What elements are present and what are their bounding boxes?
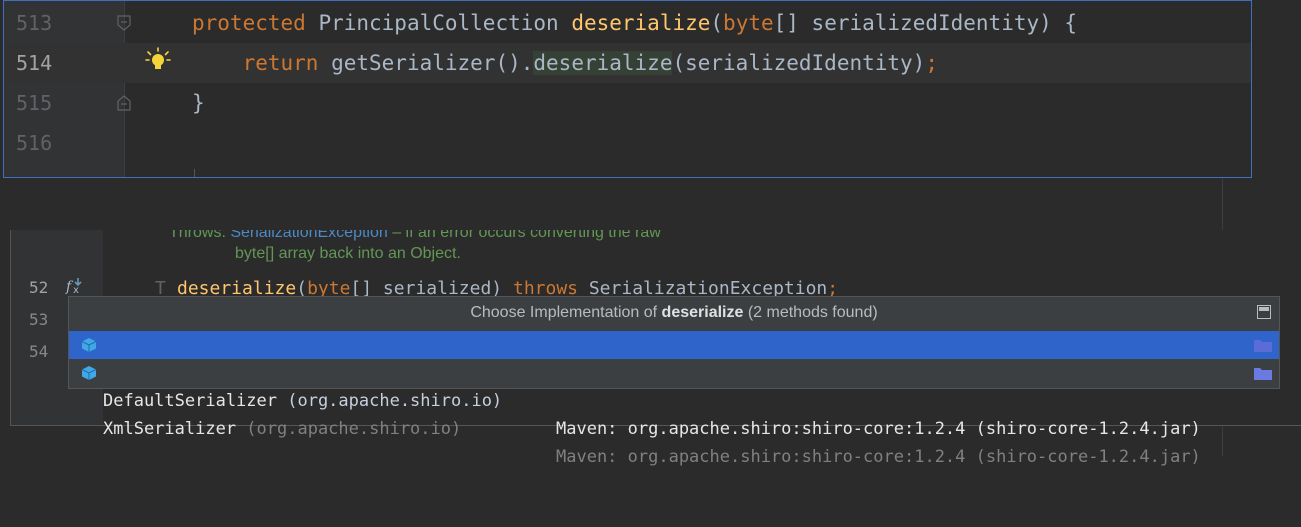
code-token: getSerializer(). bbox=[331, 51, 534, 75]
choose-implementation-popup[interactable]: Choose Implementation of deserialize (2 … bbox=[68, 296, 1280, 467]
doc-throws-prefix: Throws: bbox=[169, 230, 231, 241]
line-number: 513 bbox=[16, 11, 53, 35]
class-name: XmlSerializer bbox=[103, 419, 237, 439]
popup-title: Choose Implementation of deserialize (2 … bbox=[470, 304, 878, 321]
code-token: byte bbox=[723, 11, 774, 35]
line-number: 516 bbox=[16, 131, 53, 155]
code-token: PrincipalCollection bbox=[318, 11, 572, 35]
code-token: [] serializedIdentity) { bbox=[773, 11, 1078, 35]
line-number: 53 bbox=[29, 310, 49, 329]
library-folder-icon bbox=[1254, 340, 1272, 352]
line-number: 52 bbox=[29, 278, 49, 297]
library-location: Maven: org.apache.shiro:shiro-core:1.2.4… bbox=[556, 419, 1201, 439]
line-number: 514 bbox=[16, 51, 53, 75]
code-editor-top[interactable]: 513 protected PrincipalCollection deseri… bbox=[3, 0, 1252, 178]
code-line-514[interactable]: 514 return getSerializer().deserialize(s… bbox=[4, 43, 1251, 83]
class-icon bbox=[81, 366, 97, 380]
code-token: deserialize bbox=[533, 51, 673, 75]
class-name: DefaultSerializer bbox=[103, 391, 277, 411]
doc-exception-link[interactable]: SerializationException bbox=[230, 230, 387, 241]
library-location: Maven: org.apache.shiro:shiro-core:1.2.4… bbox=[556, 447, 1201, 467]
code-token: return bbox=[242, 51, 332, 75]
code-text: return getSerializer().deserialize(seria… bbox=[192, 43, 938, 83]
code-token: ; bbox=[925, 51, 938, 75]
code-line-515[interactable]: 515 } bbox=[4, 83, 1251, 123]
implementation-item-xmlserializer[interactable]: XmlSerializer (org.apache.shiro.io) Mave… bbox=[69, 359, 1279, 467]
doc-throws-text: – if an error occurs converting the raw bbox=[387, 230, 661, 241]
line-number: 54 bbox=[29, 342, 49, 361]
code-text: protected PrincipalCollection deserializ… bbox=[192, 3, 1077, 43]
fold-end-icon[interactable] bbox=[116, 95, 132, 111]
code-token: protected bbox=[192, 11, 319, 35]
javadoc-text: byte[] array back into an Object. bbox=[235, 245, 461, 262]
code-text: } bbox=[192, 83, 205, 123]
code-token: } bbox=[192, 91, 205, 115]
indent-guide bbox=[194, 169, 195, 177]
implementation-item-defaultserializer[interactable]: DefaultSerializer (org.apache.shiro.io) … bbox=[69, 331, 1279, 439]
code-line-513[interactable]: 513 protected PrincipalCollection deseri… bbox=[4, 3, 1251, 43]
pin-window-icon[interactable] bbox=[1257, 305, 1271, 319]
class-icon bbox=[81, 338, 97, 352]
code-token: ( bbox=[710, 11, 724, 35]
line-number: 515 bbox=[16, 91, 53, 115]
fold-start-icon[interactable] bbox=[116, 15, 132, 31]
svg-text:x: x bbox=[73, 285, 79, 296]
code-line-516[interactable]: 516 bbox=[4, 123, 1251, 163]
package-name: (org.apache.shiro.io) bbox=[236, 419, 462, 439]
package-name: (org.apache.shiro.io) bbox=[277, 391, 503, 411]
fx-implementations-icon[interactable]: f x bbox=[65, 276, 85, 296]
code-token: (serializedIdentity) bbox=[672, 51, 926, 75]
library-folder-icon bbox=[1254, 368, 1272, 380]
lightbulb-icon[interactable] bbox=[145, 47, 171, 73]
javadoc-throws: Throws: SerializationException – if an e… bbox=[169, 230, 661, 242]
code-token: deserialize bbox=[571, 11, 711, 35]
